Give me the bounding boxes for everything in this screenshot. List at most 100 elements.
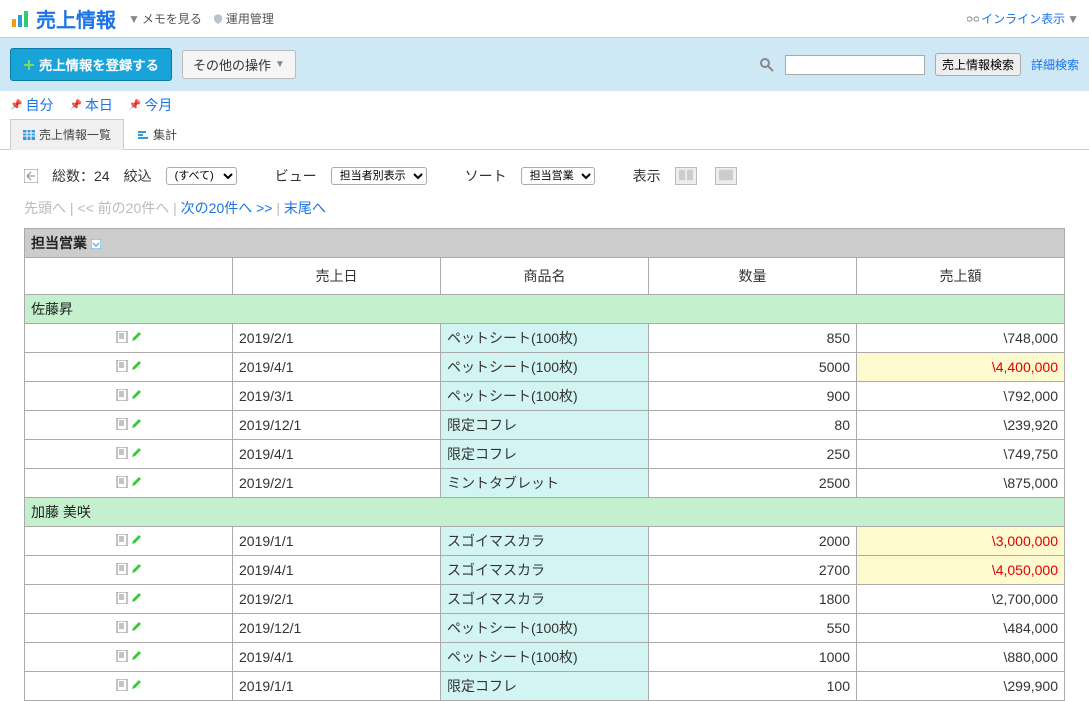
row-actions: [25, 469, 233, 498]
cell-amount: \748,000: [857, 324, 1065, 353]
detail-icon[interactable]: [116, 562, 128, 574]
cell-date: 2019/4/1: [233, 353, 441, 382]
cell-amount: \484,000: [857, 614, 1065, 643]
edit-icon[interactable]: [130, 562, 142, 574]
cell-amount: \749,750: [857, 440, 1065, 469]
cell-date: 2019/4/1: [233, 440, 441, 469]
detail-icon[interactable]: [116, 388, 128, 400]
detail-icon[interactable]: [116, 330, 128, 342]
cell-amount: \792,000: [857, 382, 1065, 411]
pager-next[interactable]: 次の20件へ >>: [181, 200, 273, 216]
data-table: 担当営業 売上日 商品名 数量 売上額 佐藤昇2019/2/1ペットシート(10…: [24, 228, 1065, 701]
admin-link[interactable]: 運用管理: [212, 10, 274, 27]
cell-qty: 550: [649, 614, 857, 643]
cell-qty: 80: [649, 411, 857, 440]
search-input[interactable]: [785, 55, 925, 75]
detail-icon[interactable]: [116, 678, 128, 690]
cell-product: ペットシート(100枚): [441, 643, 649, 672]
cell-date: 2019/2/1: [233, 585, 441, 614]
edit-icon[interactable]: [130, 591, 142, 603]
display-mode-1[interactable]: [675, 167, 697, 185]
row-actions: [25, 324, 233, 353]
row-actions: [25, 556, 233, 585]
cell-product: ペットシート(100枚): [441, 614, 649, 643]
edit-icon[interactable]: [130, 330, 142, 342]
col-actions: [25, 258, 233, 295]
memo-link[interactable]: ▼メモを見る: [128, 10, 202, 27]
search-button[interactable]: 売上情報検索: [935, 53, 1021, 76]
tab-today[interactable]: 📌本日: [69, 95, 112, 115]
cell-qty: 100: [649, 672, 857, 701]
cell-product: スゴイマスカラ: [441, 585, 649, 614]
detail-icon[interactable]: [116, 533, 128, 545]
table-row: 2019/4/1限定コフレ250\749,750: [25, 440, 1065, 469]
detail-icon[interactable]: [116, 359, 128, 371]
edit-icon[interactable]: [130, 620, 142, 632]
tab-self[interactable]: 📌自分: [10, 95, 53, 115]
edit-icon[interactable]: [130, 359, 142, 371]
total-count: 総数：24: [52, 166, 110, 186]
row-actions: [25, 585, 233, 614]
row-actions: [25, 672, 233, 701]
edit-icon[interactable]: [130, 678, 142, 690]
pin-icon: 📌: [69, 100, 81, 111]
cell-date: 2019/1/1: [233, 527, 441, 556]
table-row: 2019/4/1ペットシート(100枚)1000\880,000: [25, 643, 1065, 672]
detail-icon[interactable]: [116, 591, 128, 603]
edit-icon[interactable]: [130, 388, 142, 400]
cell-product: 限定コフレ: [441, 672, 649, 701]
cell-product: 限定コフレ: [441, 440, 649, 469]
edit-icon[interactable]: [130, 417, 142, 429]
filter-select[interactable]: (すべて): [166, 167, 237, 185]
table-row: 2019/12/1限定コフレ80\239,920: [25, 411, 1065, 440]
app-title: 売上情報: [36, 4, 116, 33]
cell-date: 2019/1/1: [233, 672, 441, 701]
row-actions: [25, 440, 233, 469]
edit-icon[interactable]: [130, 475, 142, 487]
advanced-search-link[interactable]: 詳細検索: [1031, 56, 1079, 73]
detail-icon[interactable]: [116, 417, 128, 429]
cell-amount: \299,900: [857, 672, 1065, 701]
detail-icon[interactable]: [116, 475, 128, 487]
cell-qty: 2500: [649, 469, 857, 498]
detail-icon[interactable]: [116, 446, 128, 458]
dropdown-icon: [91, 239, 101, 249]
pager-last[interactable]: 末尾へ: [284, 200, 326, 216]
col-product[interactable]: 商品名: [441, 258, 649, 295]
edit-icon[interactable]: [130, 533, 142, 545]
table-row: 2019/4/1スゴイマスカラ2700\4,050,000: [25, 556, 1065, 585]
register-button[interactable]: 売上情報を登録する: [10, 48, 172, 81]
edit-icon[interactable]: [130, 446, 142, 458]
detail-icon[interactable]: [116, 620, 128, 632]
table-row: 2019/2/1スゴイマスカラ1800\2,700,000: [25, 585, 1065, 614]
shield-icon: [212, 13, 224, 25]
table-row: 2019/12/1ペットシート(100枚)550\484,000: [25, 614, 1065, 643]
col-amount[interactable]: 売上額: [857, 258, 1065, 295]
cell-amount: \2,700,000: [857, 585, 1065, 614]
pager-first: 先頭へ: [24, 200, 66, 216]
col-qty[interactable]: 数量: [649, 258, 857, 295]
app-icon: [10, 9, 30, 29]
cell-qty: 2700: [649, 556, 857, 585]
cell-date: 2019/4/1: [233, 643, 441, 672]
subtab-summary[interactable]: 集計: [124, 119, 190, 149]
pin-icon: 📌: [129, 100, 141, 111]
sort-select[interactable]: 担当営業: [521, 167, 595, 185]
view-select[interactable]: 担当者別表示: [331, 167, 427, 185]
cell-date: 2019/4/1: [233, 556, 441, 585]
cell-qty: 1000: [649, 643, 857, 672]
col-date[interactable]: 売上日: [233, 258, 441, 295]
inline-display-link[interactable]: インライン表示▼: [967, 10, 1079, 27]
group-name: 佐藤昇: [25, 295, 1065, 324]
group-by-header[interactable]: 担当営業: [25, 229, 1065, 258]
edit-icon[interactable]: [130, 649, 142, 661]
cell-product: ミントタブレット: [441, 469, 649, 498]
subtab-list[interactable]: 売上情報一覧: [10, 119, 124, 150]
collapse-icon[interactable]: [24, 169, 38, 183]
display-mode-2[interactable]: [715, 167, 737, 185]
pager: 先頭へ | << 前の20件へ | 次の20件へ >> | 末尾へ: [0, 194, 1089, 228]
cell-date: 2019/2/1: [233, 324, 441, 353]
other-operations-dropdown[interactable]: その他の操作▼: [182, 50, 296, 79]
tab-month[interactable]: 📌今月: [129, 95, 172, 115]
detail-icon[interactable]: [116, 649, 128, 661]
